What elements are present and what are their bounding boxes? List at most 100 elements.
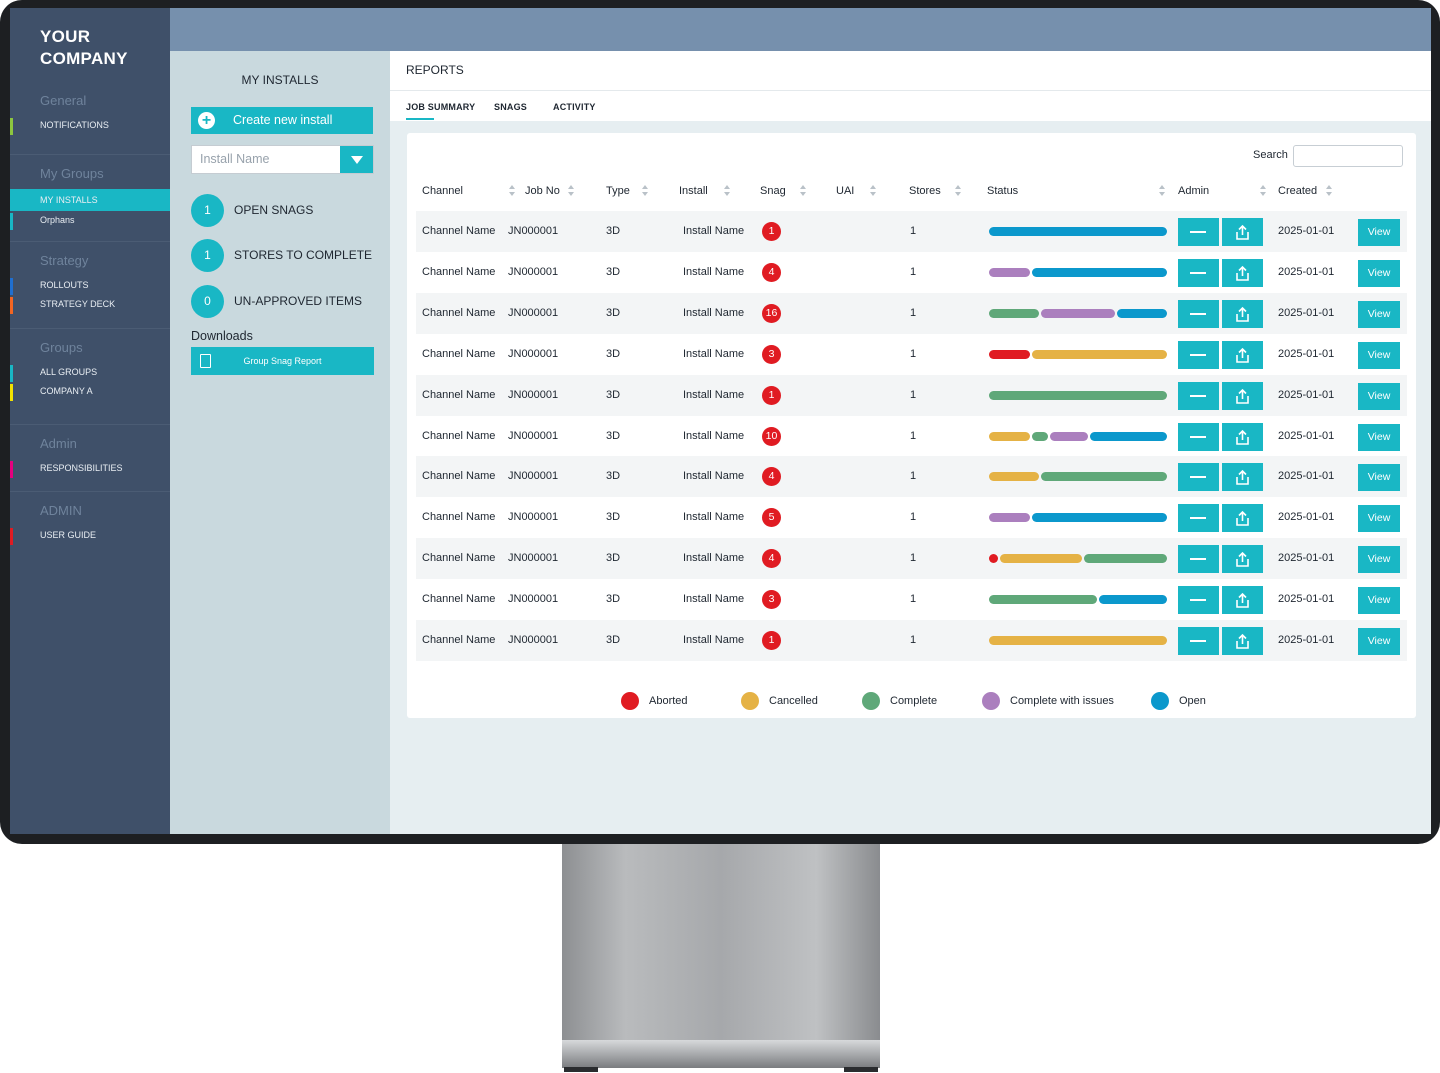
view-button[interactable]: View xyxy=(1358,464,1400,492)
view-button[interactable]: View xyxy=(1358,259,1400,287)
stat-open-snags[interactable]: 1 OPEN SNAGS xyxy=(191,194,381,228)
snag-count-badge[interactable]: 16 xyxy=(762,303,781,323)
col-created[interactable]: Created xyxy=(1278,185,1317,197)
minus-button[interactable] xyxy=(1178,340,1219,369)
upload-button[interactable] xyxy=(1222,299,1263,328)
table-row[interactable]: Channel Name JN000001 3D Install Name 1 2025-… xyxy=(416,334,1407,375)
view-button[interactable]: View xyxy=(1358,546,1400,574)
view-button[interactable]: View xyxy=(1358,382,1400,410)
upload-button[interactable] xyxy=(1222,627,1263,655)
minus-button[interactable] xyxy=(1178,627,1219,655)
minus-button[interactable] xyxy=(1178,586,1219,615)
view-button[interactable]: View xyxy=(1358,219,1400,246)
col-type[interactable]: Type xyxy=(606,185,630,197)
sidebar-item[interactable]: STRATEGY DECK xyxy=(10,295,170,314)
col-status[interactable]: Status xyxy=(987,185,1018,197)
upload-button[interactable] xyxy=(1222,218,1263,246)
minus-button[interactable] xyxy=(1178,299,1219,328)
sort-icon[interactable] xyxy=(955,185,961,197)
sort-icon[interactable] xyxy=(1159,185,1165,197)
sort-icon[interactable] xyxy=(509,185,515,197)
upload-button[interactable] xyxy=(1222,463,1263,492)
minus-button[interactable] xyxy=(1178,504,1219,533)
snag-count-badge[interactable]: 1 xyxy=(762,385,781,405)
upload-button[interactable] xyxy=(1222,258,1263,287)
col-snag[interactable]: Snag xyxy=(760,185,786,197)
upload-button[interactable] xyxy=(1222,340,1263,369)
table-row[interactable]: Channel Name JN000001 3D Install Name 1 2025-… xyxy=(416,497,1407,538)
tab-snags[interactable]: SNAGS xyxy=(494,102,527,112)
upload-button[interactable] xyxy=(1222,504,1263,533)
sidebar-item[interactable]: MY INSTALLS xyxy=(10,189,188,211)
snag-count-badge[interactable]: 3 xyxy=(762,344,781,364)
stat-unapproved-items[interactable]: 0 UN-APPROVED ITEMS xyxy=(191,285,381,319)
view-button[interactable]: View xyxy=(1358,505,1400,533)
minus-button[interactable] xyxy=(1178,422,1219,451)
view-button[interactable]: View xyxy=(1358,300,1400,328)
table-row[interactable]: Channel Name JN000001 3D Install Name 1 2025-… xyxy=(416,211,1407,252)
channel-cell: Channel Name xyxy=(422,634,496,646)
chevron-down-icon[interactable] xyxy=(340,146,373,173)
view-button[interactable]: View xyxy=(1358,628,1400,655)
group-snag-report-button[interactable]: Group Snag Report xyxy=(191,347,374,375)
col-install[interactable]: Install xyxy=(679,185,708,197)
sort-icon[interactable] xyxy=(642,185,648,197)
view-button[interactable]: View xyxy=(1358,587,1400,615)
minus-button[interactable] xyxy=(1178,463,1219,492)
table-row[interactable]: Channel Name JN000001 3D Install Name 1 2025-… xyxy=(416,456,1407,498)
table-row[interactable]: Channel Name JN000001 3D Install Name 1 2025-… xyxy=(416,620,1407,661)
col-admin[interactable]: Admin xyxy=(1178,185,1209,197)
snag-count-badge[interactable]: 1 xyxy=(762,631,781,650)
search-input[interactable] xyxy=(1293,145,1403,167)
snag-count-badge[interactable]: 4 xyxy=(762,262,781,282)
sidebar-item[interactable]: NOTIFICATIONS xyxy=(10,116,170,135)
sort-icon[interactable] xyxy=(568,185,574,197)
table-row[interactable]: Channel Name JN000001 3D Install Name 1 2025-… xyxy=(416,579,1407,620)
col-channel[interactable]: Channel xyxy=(422,185,463,197)
stat-stores-to-complete[interactable]: 1 STORES TO COMPLETE xyxy=(191,239,381,273)
install-name-select[interactable]: Install Name xyxy=(191,145,374,174)
document-icon xyxy=(200,354,211,368)
sort-icon[interactable] xyxy=(1260,185,1266,197)
table-row[interactable]: Channel Name JN000001 3D Install Name 1 2025-… xyxy=(416,538,1407,580)
minus-button[interactable] xyxy=(1178,218,1219,246)
status-segment-aborted xyxy=(989,554,998,564)
tab-activity[interactable]: ACTIVITY xyxy=(553,102,596,112)
legend-dot xyxy=(1151,692,1169,710)
col-job-no[interactable]: Job No xyxy=(525,185,560,197)
sidebar-item[interactable]: USER GUIDE xyxy=(10,526,170,545)
tab-job-summary[interactable]: JOB SUMMARY xyxy=(406,102,475,112)
minus-button[interactable] xyxy=(1178,381,1219,410)
table-row[interactable]: Channel Name JN000001 3D Install Name 1 2025-… xyxy=(416,252,1407,293)
job-no-cell: JN000001 xyxy=(508,347,559,360)
minus-button[interactable] xyxy=(1178,545,1219,574)
table-row[interactable]: Channel Name JN000001 3D Install Name 1 2025-… xyxy=(416,374,1407,416)
snag-count-badge[interactable]: 5 xyxy=(762,508,781,528)
sort-icon[interactable] xyxy=(724,185,730,197)
snag-count-badge[interactable]: 1 xyxy=(762,222,781,241)
sidebar-item[interactable]: RESPONSIBILITIES xyxy=(10,459,170,478)
upload-button[interactable] xyxy=(1222,422,1263,451)
snag-count-badge[interactable]: 3 xyxy=(762,590,781,610)
col-stores[interactable]: Stores xyxy=(909,185,941,197)
upload-button[interactable] xyxy=(1222,381,1263,410)
view-button[interactable]: View xyxy=(1358,423,1400,451)
col-uai[interactable]: UAI xyxy=(836,185,854,197)
sidebar-item[interactable]: ROLLOUTS xyxy=(10,276,170,295)
minus-button[interactable] xyxy=(1178,258,1219,287)
snag-count-badge[interactable]: 4 xyxy=(762,467,781,487)
sort-icon[interactable] xyxy=(1326,185,1332,197)
upload-button[interactable] xyxy=(1222,586,1263,615)
create-install-button[interactable]: + Create new install xyxy=(191,107,373,134)
view-button[interactable]: View xyxy=(1358,341,1400,369)
sidebar-item[interactable]: Orphans xyxy=(10,211,170,230)
sidebar-item[interactable]: COMPANY A xyxy=(10,382,170,401)
sort-icon[interactable] xyxy=(800,185,806,197)
table-row[interactable]: Channel Name JN000001 3D Install Name 1 2025-… xyxy=(416,416,1407,457)
sidebar-item[interactable]: ALL GROUPS xyxy=(10,363,170,382)
table-row[interactable]: Channel Name JN000001 3D Install Name 1 2025-… xyxy=(416,292,1407,334)
upload-button[interactable] xyxy=(1222,545,1263,574)
sort-icon[interactable] xyxy=(870,185,876,197)
snag-count-badge[interactable]: 10 xyxy=(762,426,781,446)
snag-count-badge[interactable]: 4 xyxy=(762,549,781,569)
